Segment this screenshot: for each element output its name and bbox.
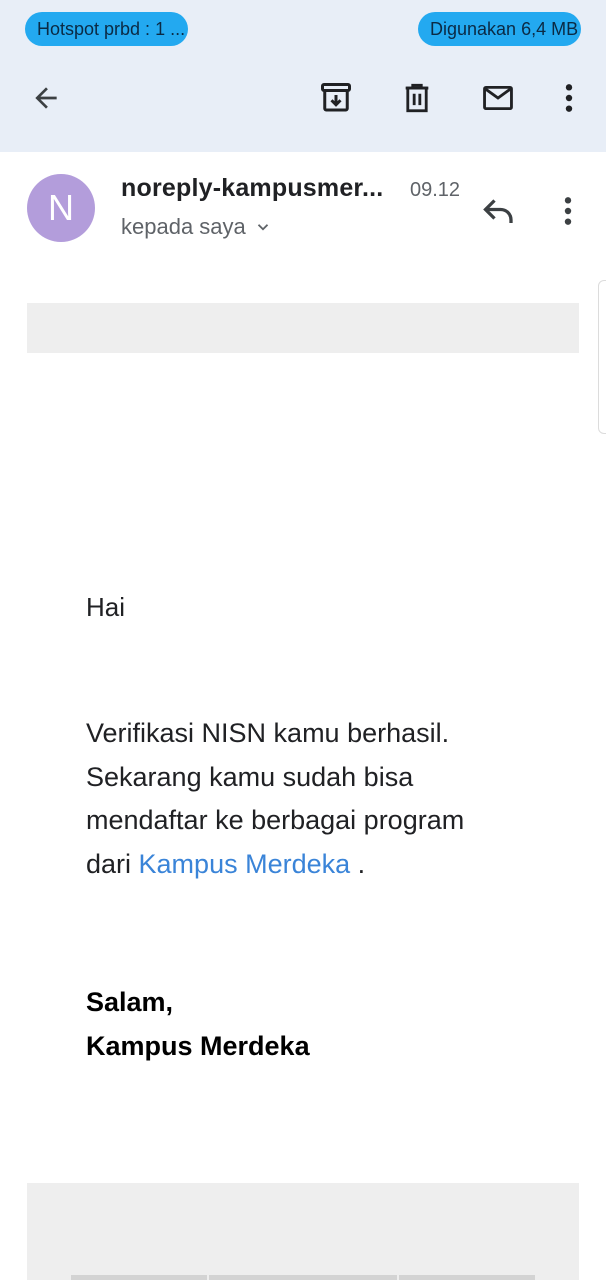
more-options-button[interactable] xyxy=(545,74,593,122)
message-more-button[interactable] xyxy=(545,188,591,234)
arrow-back-icon xyxy=(35,87,57,109)
footer-divider xyxy=(399,1275,535,1280)
sign-off: Salam, xyxy=(86,987,174,1017)
data-usage-pill[interactable]: Digunakan 6,4 MB xyxy=(418,12,581,46)
greeting-text: Hai xyxy=(86,592,126,622)
more-vert-icon xyxy=(564,197,572,225)
message-body: Verifikasi NISN kamu berhasil. Sekarang … xyxy=(86,712,516,886)
archive-icon xyxy=(321,83,351,112)
redacted-name xyxy=(135,593,316,622)
body-line-link-row: dari Kampus Merdeka . xyxy=(86,843,516,887)
signature: Kampus Merdeka xyxy=(86,1031,310,1061)
email-footer-banner xyxy=(27,1183,579,1280)
top-app-bar: Hotspot prbd : 1 ... Digunakan 6,4 MB xyxy=(0,0,606,152)
sender-avatar[interactable]: N xyxy=(27,174,95,242)
scroll-handle[interactable] xyxy=(598,280,606,434)
mark-unread-button[interactable] xyxy=(474,74,522,122)
message-time: 09.12 xyxy=(410,179,461,201)
reply-icon xyxy=(483,199,513,223)
mail-icon xyxy=(483,85,513,111)
email-header-banner xyxy=(27,303,579,353)
message-header: N noreply-kampusmer... 09.12 kepada saya xyxy=(0,152,606,272)
body-suffix: . xyxy=(350,848,366,879)
back-button[interactable] xyxy=(22,74,70,122)
sender-name[interactable]: noreply-kampusmer... xyxy=(121,174,383,203)
kampus-merdeka-link[interactable]: Kampus Merdeka xyxy=(139,849,351,879)
delete-button[interactable] xyxy=(393,74,441,122)
signature-block: Salam, Kampus Merdeka xyxy=(86,980,310,1068)
recipient-label: kepada saya xyxy=(121,214,246,239)
hotspot-status-pill[interactable]: Hotspot prbd : 1 ... xyxy=(25,12,188,46)
footer-divider xyxy=(209,1275,397,1280)
recipient-details-toggle[interactable]: kepada saya xyxy=(121,214,272,240)
body-line: Sekarang kamu sudah bisa xyxy=(86,761,414,792)
chevron-down-icon xyxy=(257,224,268,231)
archive-button[interactable] xyxy=(312,74,360,122)
more-vert-icon xyxy=(565,84,573,112)
greeting-line: Hai xyxy=(86,592,316,623)
body-line: Verifikasi NISN kamu berhasil. xyxy=(86,718,450,748)
body-line: mendaftar ke berbagai program xyxy=(86,805,465,835)
footer-divider xyxy=(71,1275,207,1280)
body-prefix: dari xyxy=(86,848,139,879)
reply-button[interactable] xyxy=(476,188,522,234)
trash-icon xyxy=(405,83,429,113)
